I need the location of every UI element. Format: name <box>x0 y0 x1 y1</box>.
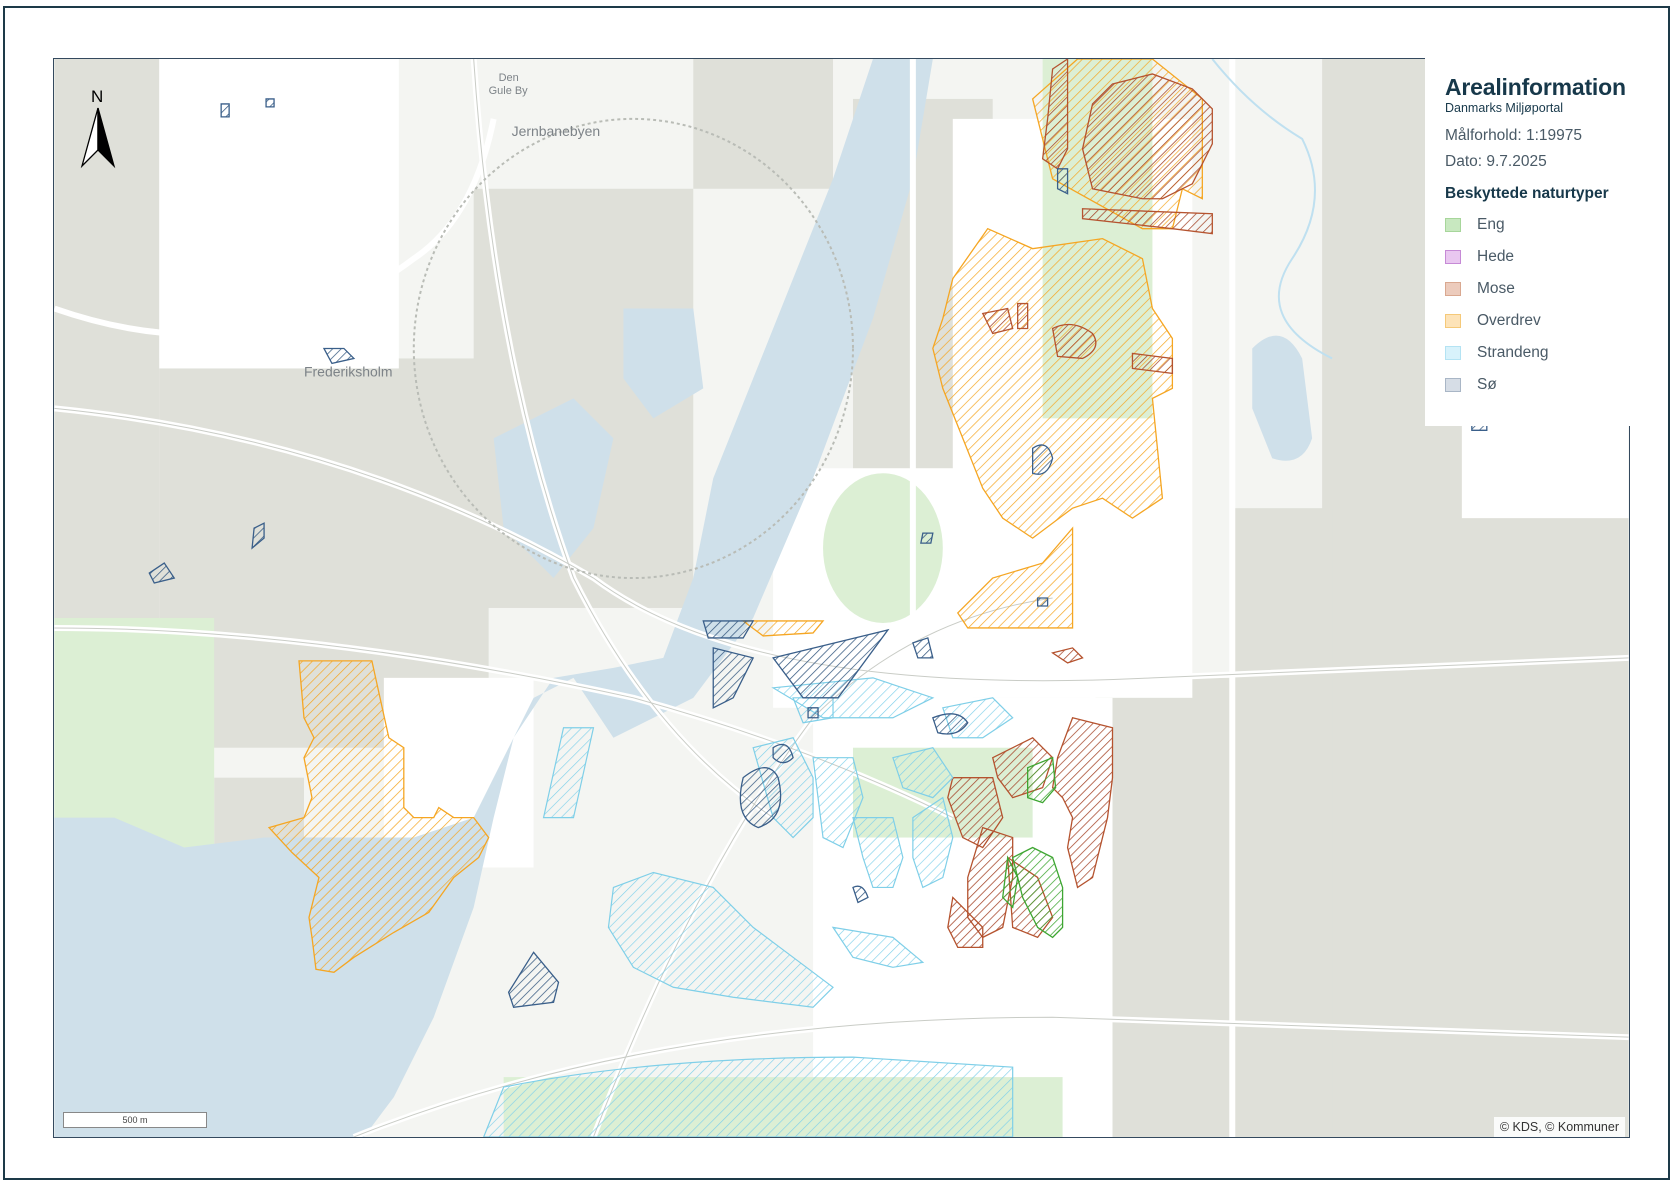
legend-item-overdrev: Overdrev <box>1445 305 1630 337</box>
legend-item-label: Strandeng <box>1477 344 1549 361</box>
so-polygon <box>1036 597 1049 607</box>
place-label-jernbanebyen: Jernbanebyen <box>512 123 601 139</box>
scale-bar-label: 500 m <box>122 1115 148 1125</box>
north-arrow-icon: N <box>80 87 116 169</box>
so-polygon <box>220 103 230 118</box>
legend-item-strandeng: Strandeng <box>1445 337 1630 369</box>
legend-item-label: Sø <box>1477 376 1497 393</box>
map-canvas[interactable]: Den Gule By Jernbanebyen Frederiksholm <box>53 58 1630 1138</box>
legend-item-label: Hede <box>1477 248 1515 265</box>
legend-title: Arealinformation <box>1445 74 1626 100</box>
place-label-den: Den <box>499 72 519 84</box>
place-label-frederiksholm: Frederiksholm <box>304 363 393 379</box>
legend-item-label: Eng <box>1477 216 1505 233</box>
scale-bar: 500 m <box>63 1112 207 1128</box>
legend-section-title: Beskyttede naturtyper <box>1445 185 1609 202</box>
legend-subtitle: Danmarks Miljøportal <box>1445 101 1564 115</box>
legend-panel: Arealinformation Danmarks Miljøportal Må… <box>1425 58 1630 426</box>
legend-swatch <box>1445 218 1461 232</box>
legend-swatch <box>1445 314 1461 328</box>
legend-swatch <box>1445 250 1461 264</box>
so-polygon <box>920 532 934 544</box>
legend-item-label: Mose <box>1477 280 1515 297</box>
legend-scale: Målforhold: 1:19975 <box>1445 127 1583 144</box>
legend-swatch <box>1445 346 1461 360</box>
place-label-gule-by: Gule By <box>489 85 529 97</box>
legend-item-label: Overdrev <box>1477 312 1541 329</box>
north-label: N <box>91 87 103 106</box>
legend-swatch <box>1445 378 1461 392</box>
north-arrow: N <box>78 86 118 176</box>
legend-item-hede: Hede <box>1445 241 1630 273</box>
legend-date: Dato: 9.7.2025 <box>1445 153 1547 170</box>
so-polygon <box>807 707 819 719</box>
mose-polygon <box>1017 302 1029 330</box>
legend-swatch <box>1445 282 1461 296</box>
so-polygon <box>1056 168 1069 195</box>
map-svg[interactable]: Den Gule By Jernbanebyen Frederiksholm <box>54 59 1629 1137</box>
legend-item-mose: Mose <box>1445 273 1630 305</box>
copyright-notice: © KDS, © Kommuner <box>1493 1117 1625 1137</box>
so-polygon <box>265 98 275 108</box>
legend-item-eng: Eng <box>1445 209 1630 241</box>
legend-items: Eng Hede Mose Overdrev Strandeng Sø <box>1445 209 1630 401</box>
legend-item-sø: Sø <box>1445 369 1630 401</box>
